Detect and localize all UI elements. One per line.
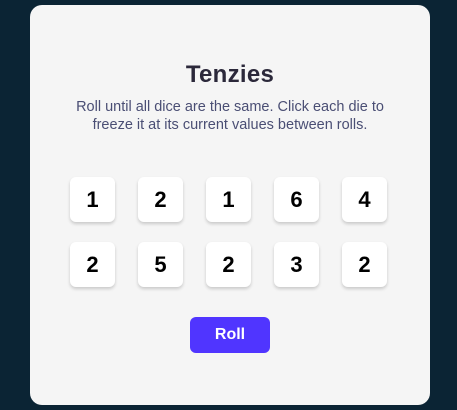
page-title: Tenzies bbox=[185, 61, 275, 88]
die-3[interactable]: 1 bbox=[206, 177, 251, 222]
die-4[interactable]: 6 bbox=[274, 177, 319, 222]
die-2[interactable]: 2 bbox=[138, 177, 183, 222]
die-5[interactable]: 4 bbox=[342, 177, 387, 222]
die-9[interactable]: 3 bbox=[274, 242, 319, 287]
game-board: Tenzies Roll until all dice are the same… bbox=[30, 5, 430, 405]
instructions-text: Roll until all dice are the same. Click … bbox=[76, 99, 384, 133]
die-6[interactable]: 2 bbox=[70, 242, 115, 287]
die-10[interactable]: 2 bbox=[342, 242, 387, 287]
dice-grid: 1 2 1 6 4 2 5 2 3 2 bbox=[70, 177, 390, 287]
die-7[interactable]: 5 bbox=[138, 242, 183, 287]
roll-button[interactable]: Roll bbox=[190, 317, 270, 353]
die-8[interactable]: 2 bbox=[206, 242, 251, 287]
die-1[interactable]: 1 bbox=[70, 177, 115, 222]
